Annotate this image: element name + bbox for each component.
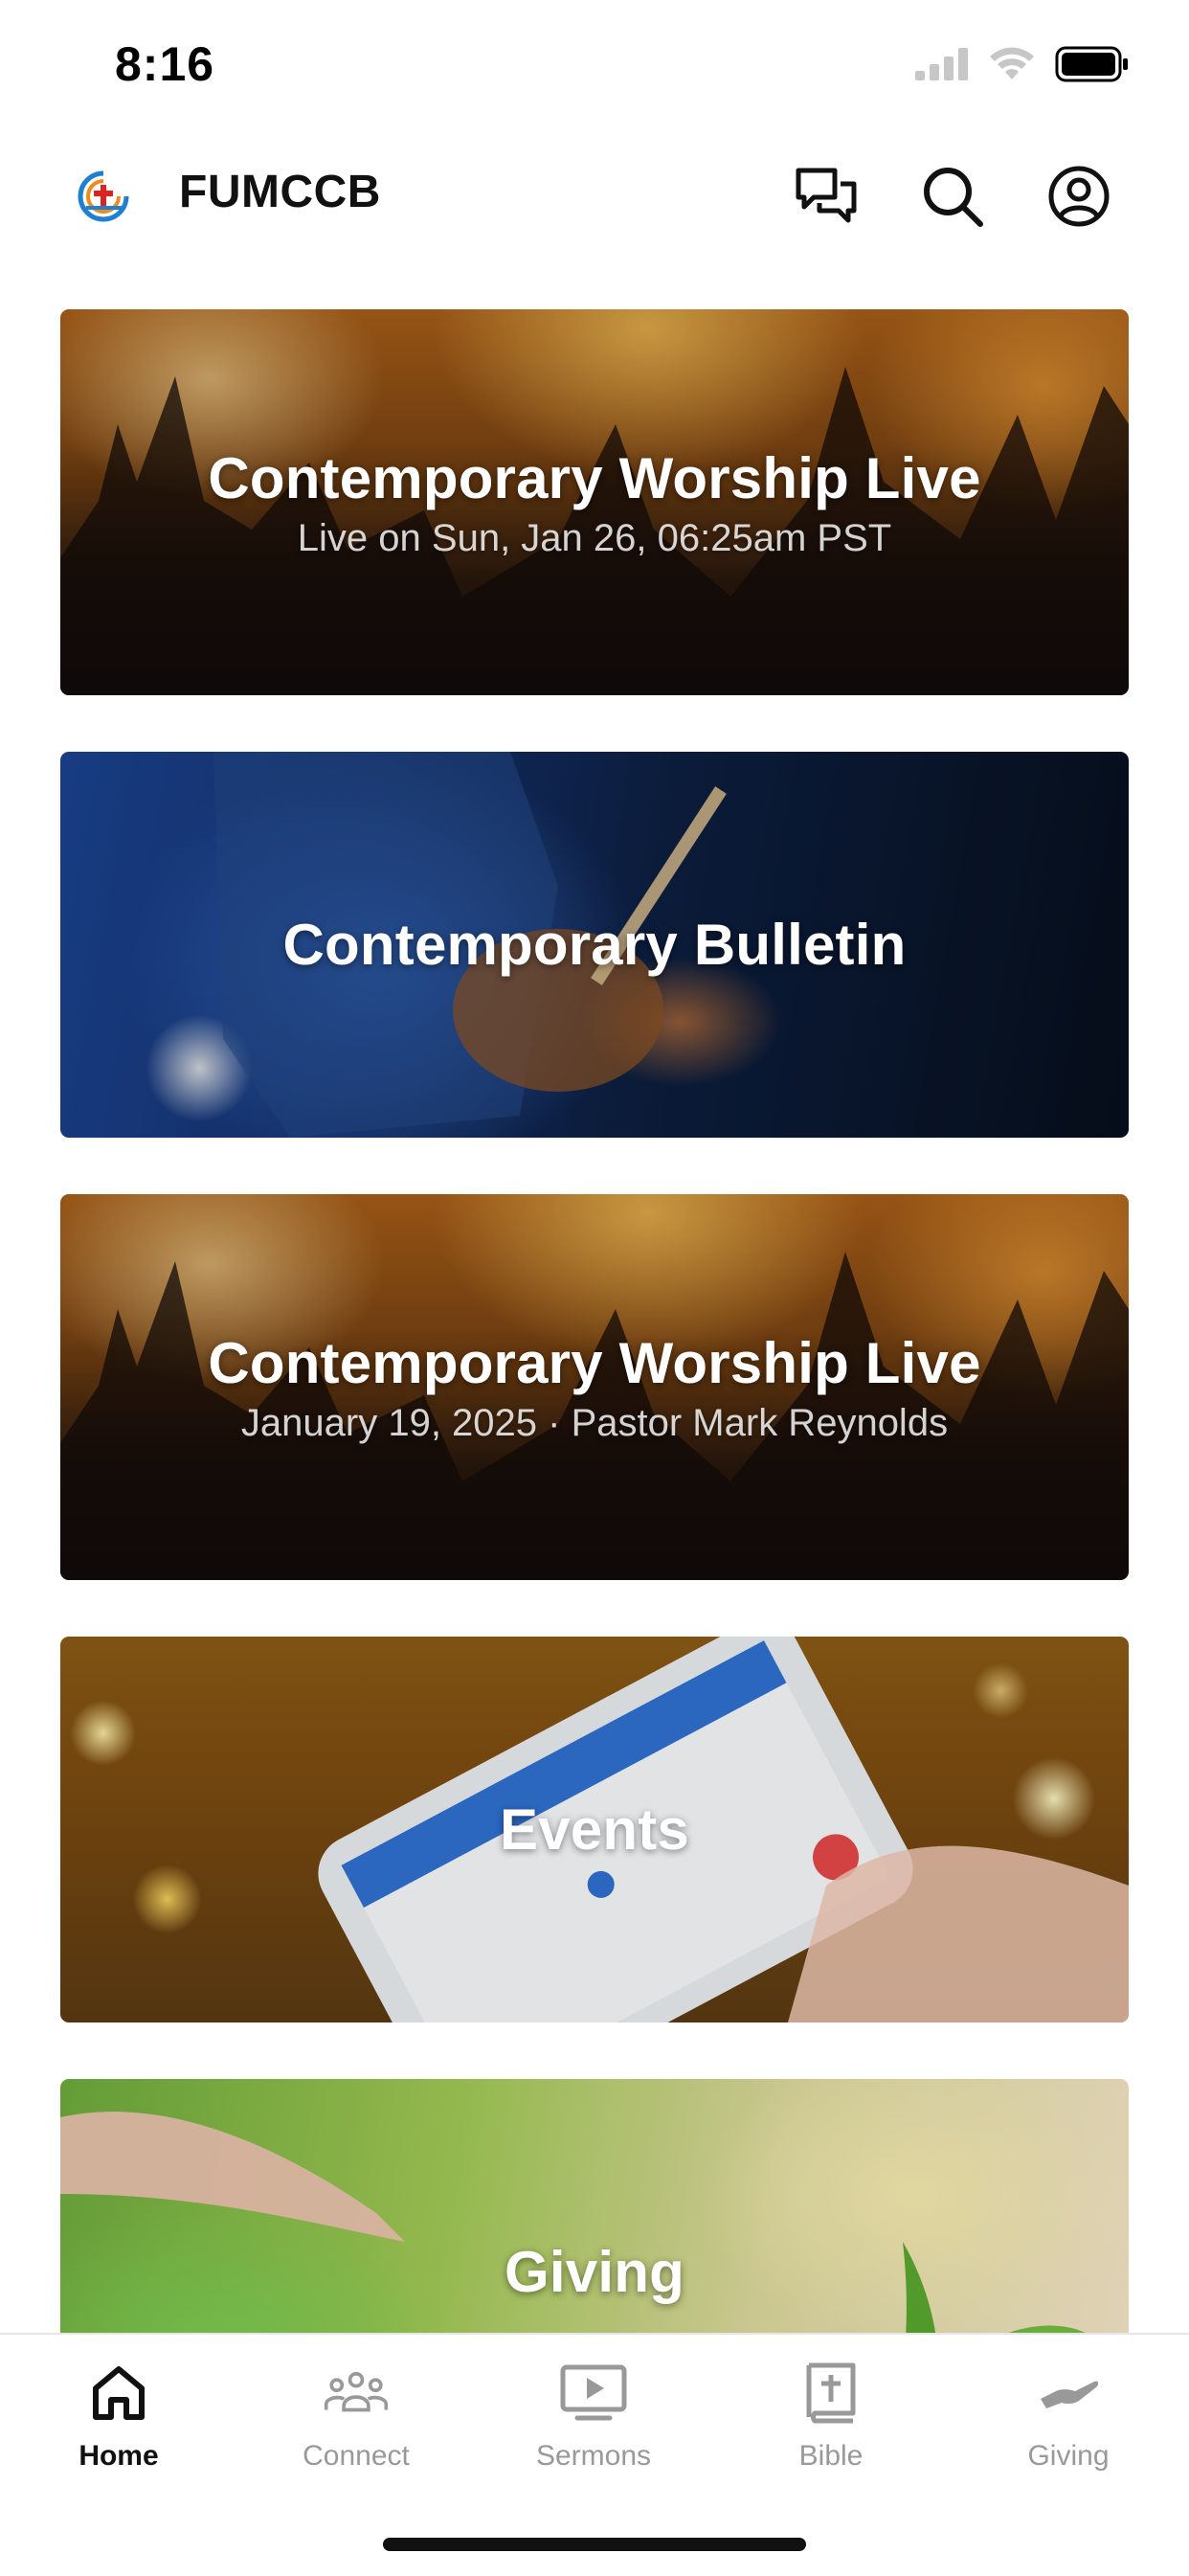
- home-indicator: [383, 2538, 806, 2551]
- home-feed: Contemporary Worship Live Live on Sun, J…: [60, 309, 1129, 2333]
- messages-button[interactable]: [783, 153, 869, 239]
- tab-connect[interactable]: Connect: [237, 2335, 475, 2488]
- profile-button[interactable]: [1036, 153, 1122, 239]
- video-icon: [560, 2364, 627, 2421]
- card-title: Giving: [505, 2240, 684, 2304]
- app-title: FUMCCB: [179, 167, 381, 217]
- card-contemporary-bulletin[interactable]: Contemporary Bulletin: [60, 752, 1129, 1138]
- church-logo-icon: [78, 170, 129, 222]
- card-title: Contemporary Bulletin: [282, 913, 907, 977]
- card-title: Events: [500, 1797, 689, 1862]
- tab-label: Bible: [798, 2440, 864, 2472]
- bible-icon: [806, 2362, 856, 2424]
- card-subtitle: January 19, 2025 · Pastor Mark Reynolds: [240, 1401, 949, 1444]
- card-giving[interactable]: Giving: [60, 2079, 1129, 2333]
- people-icon: [324, 2371, 389, 2412]
- battery-icon: [1055, 46, 1128, 82]
- tab-sermons[interactable]: Sermons: [475, 2335, 712, 2488]
- tab-label: Home: [79, 2440, 159, 2472]
- user-circle-icon: [1048, 166, 1110, 227]
- tab-home[interactable]: Home: [0, 2335, 237, 2488]
- search-icon: [924, 168, 983, 227]
- card-events[interactable]: Events: [60, 1637, 1129, 2022]
- app-header: FUMCCB: [0, 129, 1189, 254]
- search-button[interactable]: [909, 153, 996, 239]
- tab-giving[interactable]: Giving: [950, 2335, 1187, 2488]
- tab-bible[interactable]: Bible: [712, 2335, 950, 2488]
- card-title: Contemporary Worship Live: [208, 445, 981, 510]
- tab-label: Connect: [303, 2440, 410, 2472]
- tab-label: Giving: [1027, 2440, 1110, 2472]
- status-icons: [915, 46, 1130, 82]
- status-time: 8:16: [115, 37, 215, 91]
- card-subtitle: Live on Sun, Jan 26, 06:25am PST: [297, 516, 892, 559]
- giving-hand-icon: [1041, 2381, 1099, 2408]
- tab-label: Sermons: [535, 2440, 652, 2472]
- home-icon: [93, 2366, 145, 2420]
- card-contemporary-worship-sermon[interactable]: Contemporary Worship Live January 19, 20…: [60, 1194, 1129, 1580]
- status-bar: 8:16: [0, 0, 1189, 129]
- signal-icon: [915, 48, 968, 80]
- card-contemporary-worship-live[interactable]: Contemporary Worship Live Live on Sun, J…: [60, 309, 1129, 695]
- card-title: Contemporary Worship Live: [208, 1330, 981, 1395]
- wifi-icon: [990, 47, 1034, 79]
- chat-icon: [796, 168, 857, 223]
